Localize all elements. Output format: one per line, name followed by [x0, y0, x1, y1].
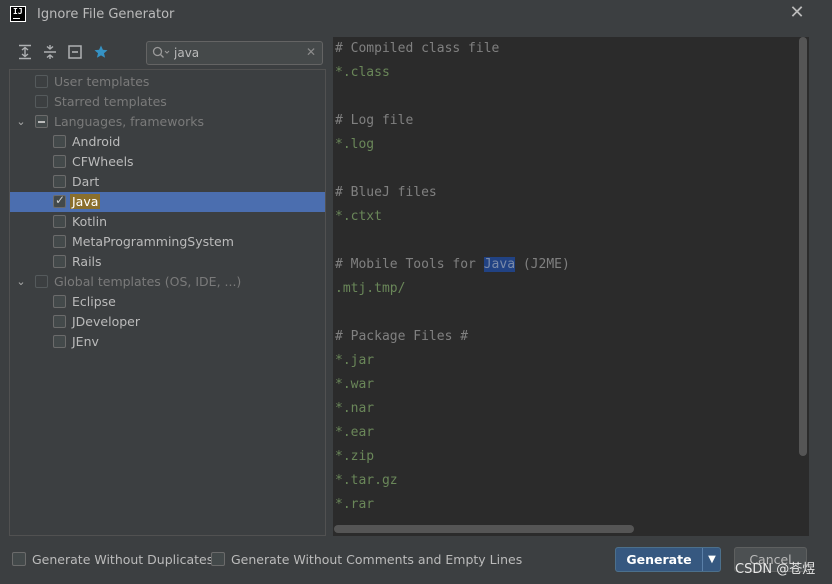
without-comments-checkbox[interactable] — [211, 552, 225, 566]
code-line: # Log file — [335, 113, 414, 128]
tree-row-global-templates[interactable]: ⌄ Global templates (OS, IDE, ...) — [10, 272, 325, 292]
code-line: # BlueJ files — [335, 185, 437, 200]
checkbox[interactable] — [35, 75, 48, 88]
chevron-down-icon[interactable]: ⌄ — [15, 275, 27, 289]
search-icon[interactable] — [152, 46, 170, 60]
code-line: *.nar — [335, 401, 375, 416]
tree-item-label: Starred templates — [54, 94, 167, 109]
tree-item-label: Languages, frameworks — [54, 114, 204, 129]
search-match-highlight: Java — [483, 257, 516, 272]
checkbox[interactable] — [53, 193, 66, 208]
tree-item-label: Eclipse — [72, 294, 116, 309]
clear-search-icon[interactable]: ✕ — [306, 45, 316, 59]
generate-label: Generate — [626, 552, 692, 567]
checkbox[interactable] — [53, 135, 66, 148]
code-line: *.rar — [335, 497, 375, 512]
code-line: *.tar.gz — [335, 473, 398, 488]
star-icon[interactable] — [93, 44, 109, 60]
tree-row-cfwheels[interactable]: CFWheels — [10, 152, 325, 172]
tree-row-rails[interactable]: Rails — [10, 252, 325, 272]
tree-item-label: Global templates (OS, IDE, ...) — [54, 274, 242, 289]
without-duplicates-checkbox[interactable] — [12, 552, 26, 566]
search-field[interactable]: ✕ — [146, 41, 323, 65]
tree-row-user-templates[interactable]: User templates — [10, 72, 325, 92]
code-line: # Package Files # — [335, 329, 469, 344]
code-segment: # Mobile Tools for — [335, 257, 484, 272]
unselect-all-icon[interactable] — [67, 44, 83, 60]
tree-row-java[interactable]: Java — [10, 192, 325, 212]
checkbox[interactable] — [53, 255, 66, 268]
horizontal-scrollbar[interactable] — [334, 525, 634, 533]
checkbox[interactable] — [53, 155, 66, 168]
code-line: *.log — [335, 137, 375, 152]
checkbox[interactable] — [35, 115, 48, 128]
search-input[interactable] — [174, 44, 302, 62]
close-icon[interactable]: ✕ — [788, 3, 806, 23]
dropdown-arrow-icon[interactable]: ▼ — [703, 548, 721, 571]
tree-row-eclipse[interactable]: Eclipse — [10, 292, 325, 312]
checkbox[interactable] — [35, 95, 48, 108]
tree-item-label: User templates — [54, 74, 150, 89]
tree-toolbar: ✕ — [9, 37, 326, 69]
without-comments-label[interactable]: Generate Without Comments and Empty Line… — [231, 552, 522, 567]
checkbox[interactable] — [53, 295, 66, 308]
code-line: *.war — [335, 377, 375, 392]
title-bar: IJ Ignore File Generator ✕ — [0, 0, 832, 30]
tree-item-label: Java — [70, 194, 101, 209]
generate-button[interactable]: Generate ▼ — [615, 547, 721, 572]
vertical-scrollbar[interactable] — [799, 37, 807, 456]
code-line: *.zip — [335, 449, 375, 464]
checkbox[interactable] — [53, 335, 66, 348]
code-segment: (J2ME) — [515, 257, 570, 272]
intellij-app-icon: IJ — [10, 6, 26, 22]
tree-item-label: CFWheels — [72, 154, 134, 169]
checkbox[interactable] — [53, 315, 66, 328]
checkbox[interactable] — [53, 175, 66, 188]
template-panel: ✕ User templates Starred templates ⌄ Lan… — [9, 37, 326, 536]
tree-row-kotlin[interactable]: Kotlin — [10, 212, 325, 232]
code-line: *.class — [335, 65, 390, 80]
code-line: *.jar — [335, 353, 375, 368]
tree-row-dart[interactable]: Dart — [10, 172, 325, 192]
without-duplicates-label[interactable]: Generate Without Duplicates — [32, 552, 213, 567]
tree-row-jdeveloper[interactable]: JDeveloper — [10, 312, 325, 332]
tree-item-label: JEnv — [72, 334, 99, 349]
window-title: Ignore File Generator — [37, 7, 175, 22]
dialog-footer: Generate Without Duplicates Generate Wit… — [0, 540, 832, 584]
tree-item-label: MetaProgrammingSystem — [72, 234, 234, 249]
tree-item-label: Kotlin — [72, 214, 107, 229]
collapse-all-icon[interactable] — [42, 44, 58, 60]
tree-row-starred-templates[interactable]: Starred templates — [10, 92, 325, 112]
code-line-highlighted: # Mobile Tools for Java (J2ME) — [335, 257, 570, 273]
checkbox[interactable] — [35, 275, 48, 288]
template-tree: User templates Starred templates ⌄ Langu… — [9, 69, 326, 536]
tree-item-label: JDeveloper — [72, 314, 140, 329]
template-preview-editor[interactable]: # Compiled class file *.class # Log file… — [333, 37, 809, 536]
code-line: *.ctxt — [335, 209, 382, 224]
expand-all-icon[interactable] — [17, 44, 33, 60]
tree-row-android[interactable]: Android — [10, 132, 325, 152]
tree-row-metaprogrammingsystem[interactable]: MetaProgrammingSystem — [10, 232, 325, 252]
code-line: .mtj.tmp/ — [335, 281, 406, 296]
tree-item-label: Android — [72, 134, 121, 149]
checkbox[interactable] — [53, 215, 66, 228]
tree-row-languages-frameworks[interactable]: ⌄ Languages, frameworks — [10, 112, 325, 132]
tree-item-label: Dart — [72, 174, 100, 189]
tree-row-jenv[interactable]: JEnv — [10, 332, 325, 352]
watermark: CSDN @苍煜 — [735, 562, 816, 577]
chevron-down-icon[interactable]: ⌄ — [15, 115, 27, 129]
code-line: # Compiled class file — [335, 41, 500, 56]
tree-item-label: Rails — [72, 254, 102, 269]
checkbox[interactable] — [53, 235, 66, 248]
code-line: *.ear — [335, 425, 375, 440]
